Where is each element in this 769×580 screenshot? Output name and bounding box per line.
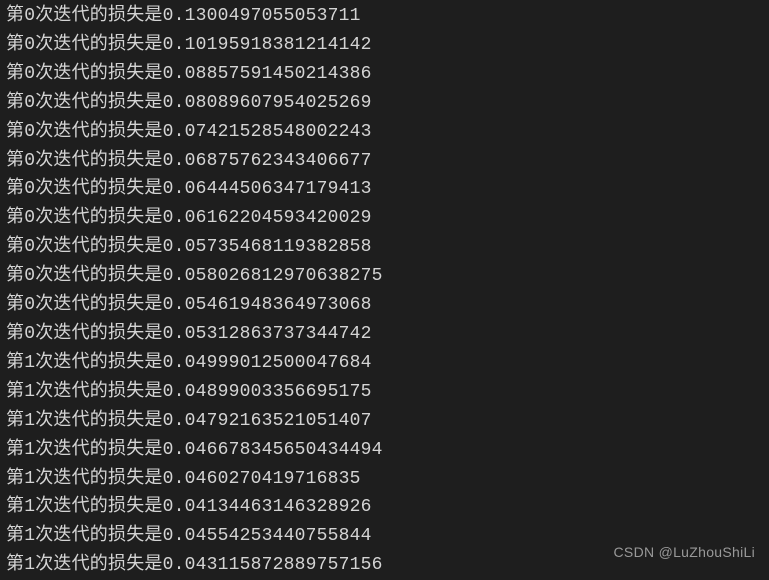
log-line: 第0次迭代的损失是0.058026812970638275	[6, 262, 763, 291]
log-line: 第0次迭代的损失是0.05312863737344742	[6, 320, 763, 349]
log-line: 第0次迭代的损失是0.08089607954025269	[6, 89, 763, 118]
log-line: 第0次迭代的损失是0.08857591450214386	[6, 60, 763, 89]
log-line: 第0次迭代的损失是0.06444506347179413	[6, 175, 763, 204]
watermark-text: CSDN @LuZhouShiLi	[614, 544, 755, 560]
log-line: 第0次迭代的损失是0.05735468119382858	[6, 233, 763, 262]
log-line: 第1次迭代的损失是0.04999012500047684	[6, 349, 763, 378]
log-line: 第1次迭代的损失是0.04899003356695175	[6, 378, 763, 407]
log-line: 第0次迭代的损失是0.07421528548002243	[6, 118, 763, 147]
log-line: 第1次迭代的损失是0.046678345650434494	[6, 436, 763, 465]
log-line: 第0次迭代的损失是0.06875762343406677	[6, 147, 763, 176]
log-line: 第0次迭代的损失是0.10195918381214142	[6, 31, 763, 60]
log-line: 第1次迭代的损失是0.04792163521051407	[6, 407, 763, 436]
log-line: 第1次迭代的损失是0.0460270419716835	[6, 465, 763, 494]
log-line: 第1次迭代的损失是0.04134463146328926	[6, 493, 763, 522]
log-line: 第0次迭代的损失是0.05461948364973068	[6, 291, 763, 320]
log-line: 第0次迭代的损失是0.1300497055053711	[6, 2, 763, 31]
log-line: 第0次迭代的损失是0.06162204593420029	[6, 204, 763, 233]
console-output: 第0次迭代的损失是0.1300497055053711第0次迭代的损失是0.10…	[6, 2, 763, 580]
